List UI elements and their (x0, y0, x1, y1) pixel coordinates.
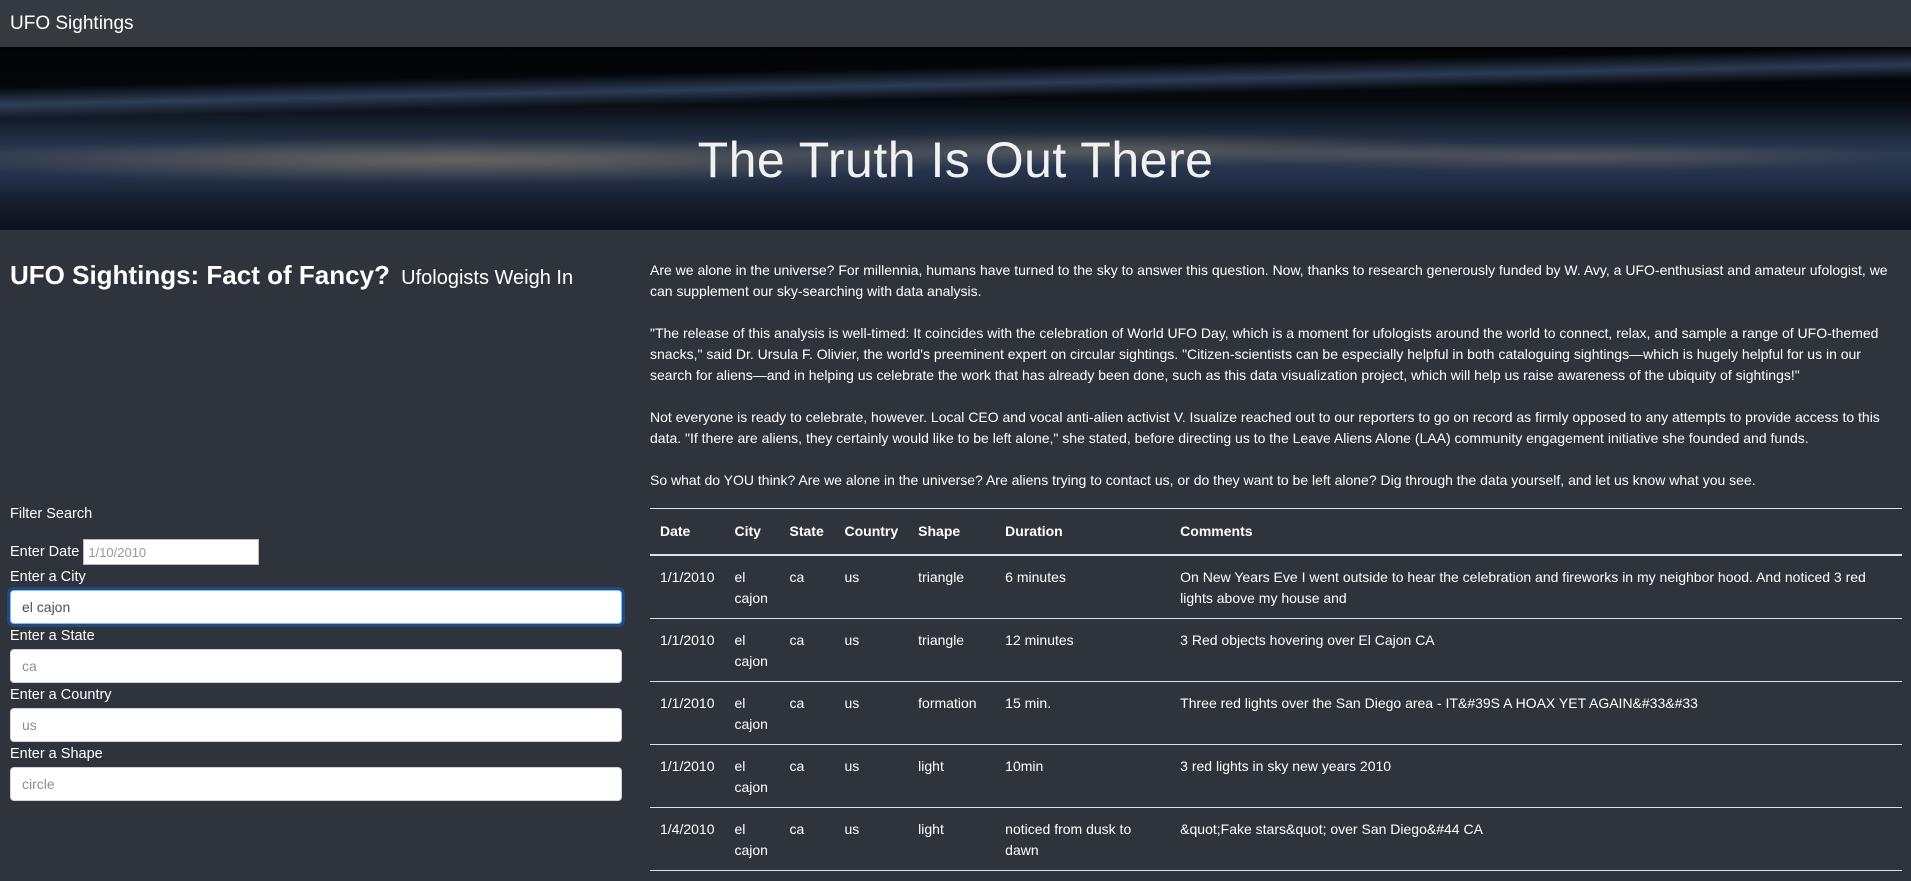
state-input[interactable] (10, 649, 622, 683)
left-column: UFO Sightings: Fact of Fancy? Ufologists… (10, 260, 622, 291)
cell-country: us (834, 744, 909, 808)
article-paragraph: Not everyone is ready to celebrate, howe… (650, 409, 1880, 446)
cell-city: el cajon (724, 744, 780, 808)
article-paragraph: "The release of this analysis is well-ti… (650, 325, 1879, 383)
cell-city: el cajon (724, 618, 780, 682)
table-row: 1/1/2010 el cajon ca us triangle 6 minut… (650, 555, 1902, 619)
table-row: 1/1/2010 el cajon ca us triangle 12 minu… (650, 618, 1902, 682)
filter-form: Filter Search Enter Date Enter a City En… (10, 506, 622, 801)
table-header-row: Date City State Country Shape Duration C… (650, 508, 1902, 556)
cell-duration: 10min (995, 744, 1171, 808)
cell-shape: triangle (908, 555, 996, 619)
page-title: UFO Sightings: Fact of Fancy? Ufologists… (10, 260, 622, 291)
cell-duration: 6 minutes (995, 555, 1171, 619)
cell-state: ca (779, 618, 835, 682)
cell-state: ca (779, 807, 835, 871)
cell-comments: 3 Red objects hovering over El Cajon CA (1170, 618, 1902, 682)
country-label: Enter a Country (10, 687, 112, 703)
column-header-comments: Comments (1170, 508, 1902, 556)
city-input[interactable] (10, 590, 622, 624)
cell-duration: 12 minutes (995, 618, 1171, 682)
hero-title: The Truth Is Out There (697, 131, 1214, 188)
right-column: Are we alone in the universe? For millen… (650, 260, 1902, 871)
cell-state: ca (779, 681, 835, 745)
cell-city: el cajon (724, 807, 780, 871)
cell-city: el cajon (724, 681, 780, 745)
cell-date: 1/1/2010 (650, 744, 725, 808)
cell-date: 1/4/2010 (650, 807, 725, 871)
cell-duration: noticed from dusk to dawn (995, 807, 1171, 871)
cell-duration: 15 min. (995, 681, 1171, 745)
state-label: Enter a State (10, 628, 95, 644)
article: Are we alone in the universe? For millen… (650, 260, 1902, 491)
shape-label: Enter a Shape (10, 746, 103, 762)
cell-shape: formation (908, 681, 996, 745)
cell-date: 1/1/2010 (650, 555, 725, 619)
cell-city: el cajon (724, 555, 780, 619)
cell-date: 1/1/2010 (650, 618, 725, 682)
cell-country: us (834, 618, 909, 682)
table-body: 1/1/2010 el cajon ca us triangle 6 minut… (650, 555, 1902, 871)
table-row: 1/1/2010 el cajon ca us light 10min 3 re… (650, 744, 1902, 808)
column-header-duration: Duration (995, 508, 1171, 556)
filter-title: Filter Search (10, 506, 93, 522)
shape-input[interactable] (10, 767, 622, 801)
navbar: UFO Sightings (0, 0, 1911, 47)
column-header-date: Date (650, 508, 725, 556)
cell-country: us (834, 807, 909, 871)
cell-shape: triangle (908, 618, 996, 682)
date-label: Enter Date (10, 544, 80, 560)
page-title-main: UFO Sightings: Fact of Fancy? (10, 260, 390, 290)
cell-comments: On New Years Eve I went outside to hear … (1170, 555, 1902, 619)
cell-comments: &quot;Fake stars&quot; over San Diego&#4… (1170, 807, 1902, 871)
column-header-state: State (779, 508, 835, 556)
date-input[interactable] (83, 539, 260, 565)
hero-banner: The Truth Is Out There (0, 47, 1911, 230)
cell-state: ca (779, 555, 835, 619)
cell-comments: 3 red lights in sky new years 2010 (1170, 744, 1902, 808)
cell-comments: Three red lights over the San Diego area… (1170, 681, 1902, 745)
column-header-country: Country (834, 508, 909, 556)
navbar-brand-link[interactable]: UFO Sightings (10, 13, 134, 35)
article-paragraph: Are we alone in the universe? For millen… (650, 262, 1888, 299)
city-label: Enter a City (10, 569, 86, 585)
page-subtitle: Ufologists Weigh In (401, 267, 574, 289)
cell-country: us (834, 555, 909, 619)
column-header-shape: Shape (908, 508, 996, 556)
cell-country: us (834, 681, 909, 745)
ufo-table: Date City State Country Shape Duration C… (650, 508, 1902, 871)
country-input[interactable] (10, 708, 622, 742)
cell-state: ca (779, 744, 835, 808)
table-row: 1/1/2010 el cajon ca us formation 15 min… (650, 681, 1902, 745)
date-filter-row: Enter Date (10, 539, 622, 565)
cell-shape: light (908, 744, 996, 808)
cell-shape: light (908, 807, 996, 871)
table-row: 1/4/2010 el cajon ca us light noticed fr… (650, 807, 1902, 871)
article-paragraph: So what do YOU think? Are we alone in th… (650, 472, 1756, 488)
column-header-city: City (724, 508, 780, 556)
cell-date: 1/1/2010 (650, 681, 725, 745)
main-content: UFO Sightings: Fact of Fancy? Ufologists… (0, 230, 1911, 881)
